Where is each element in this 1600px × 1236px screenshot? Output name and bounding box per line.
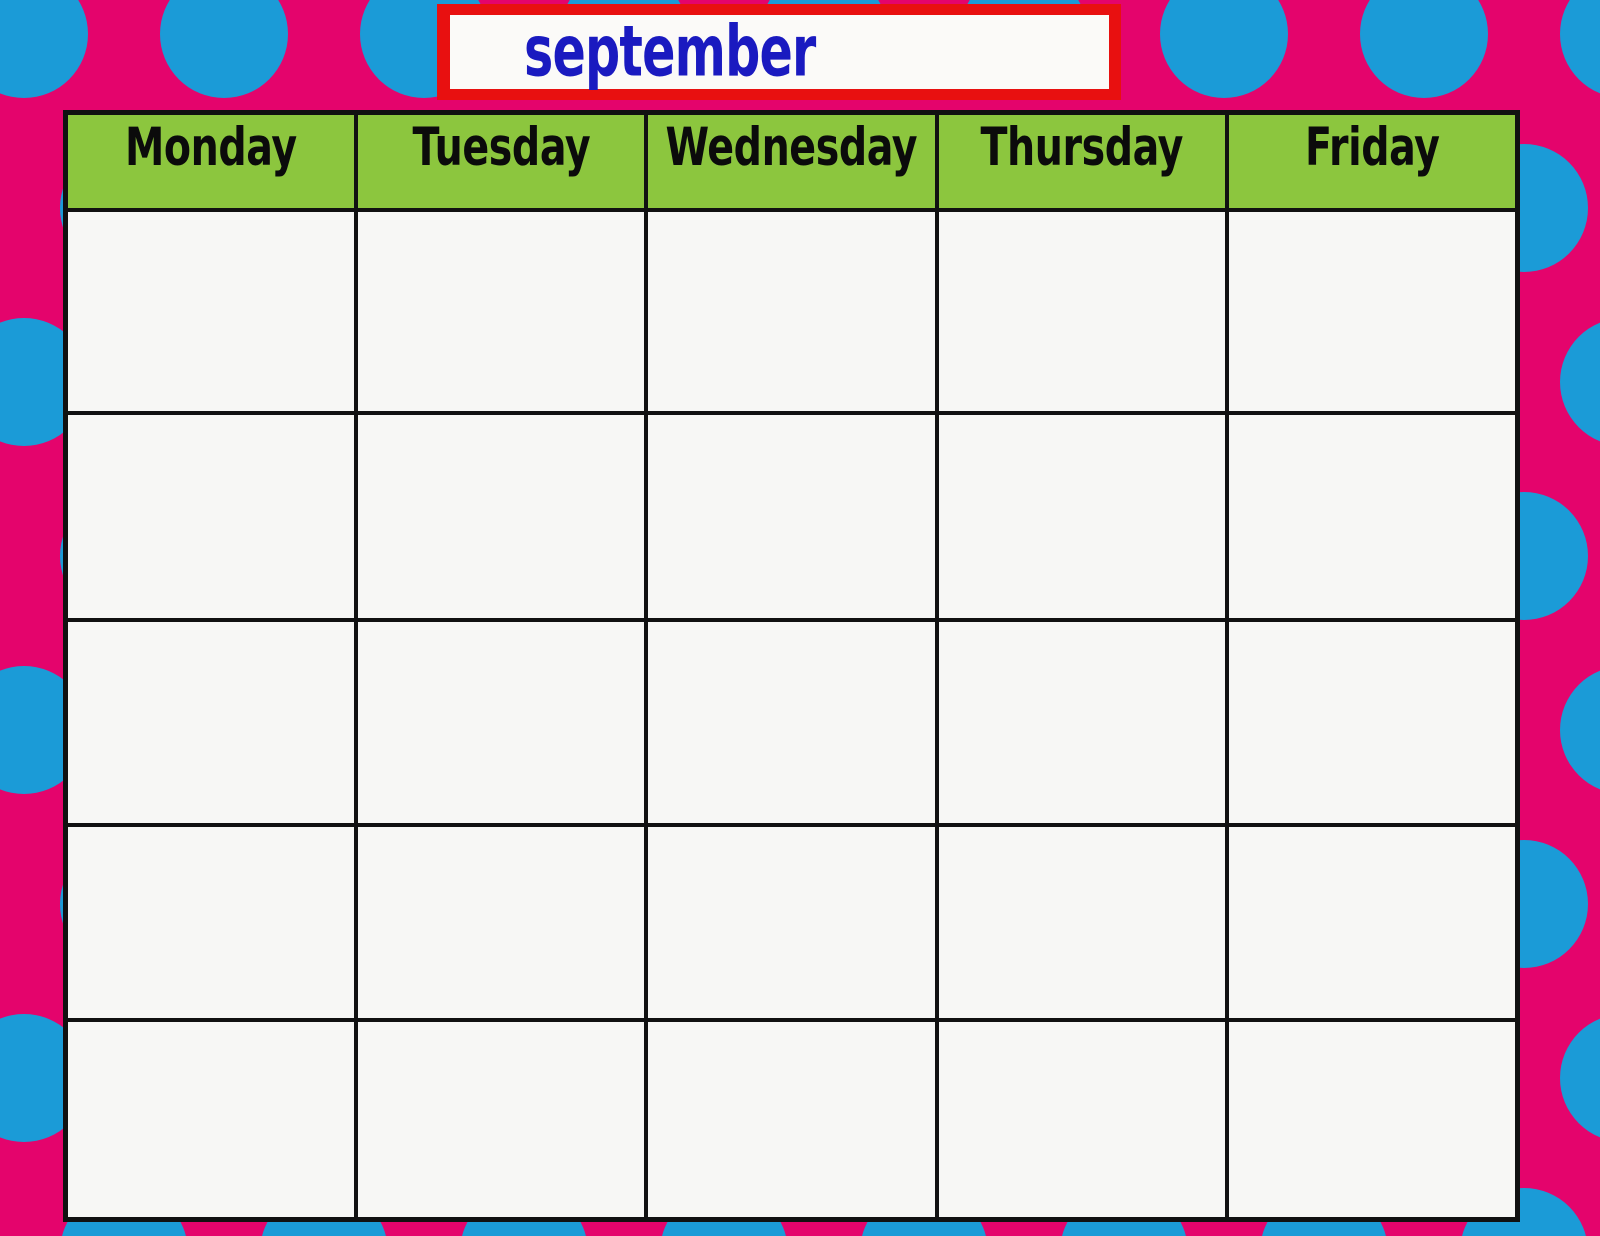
weekday-header-cell-thursday: Thursday xyxy=(938,115,1229,208)
week-row xyxy=(68,827,1516,1022)
week-row xyxy=(68,622,1516,827)
background-dot xyxy=(0,0,88,98)
day-cell[interactable] xyxy=(648,212,939,411)
day-cell[interactable] xyxy=(648,622,939,823)
calendar-poster: september Monday Tuesday Wednesday Thurs… xyxy=(0,0,1600,1236)
day-cell[interactable] xyxy=(1228,827,1516,1018)
weekday-header-cell-wednesday: Wednesday xyxy=(648,115,939,208)
background-dot xyxy=(160,0,288,98)
background-dot xyxy=(1160,0,1288,98)
day-cell[interactable] xyxy=(68,212,359,411)
background-dot xyxy=(1560,0,1600,98)
weekday-label-thursday: Thursday xyxy=(980,115,1183,178)
day-cell[interactable] xyxy=(938,622,1229,823)
day-cell[interactable] xyxy=(68,622,359,823)
background-dot xyxy=(1560,318,1600,446)
day-cell[interactable] xyxy=(358,622,649,823)
week-row xyxy=(68,212,1516,415)
day-cell[interactable] xyxy=(648,1022,939,1217)
day-cell[interactable] xyxy=(358,827,649,1018)
weekday-label-monday: Monday xyxy=(125,115,297,178)
weekday-header-cell-monday: Monday xyxy=(68,115,359,208)
weekday-header-cell-tuesday: Tuesday xyxy=(358,115,649,208)
day-cell[interactable] xyxy=(1228,622,1516,823)
day-cell[interactable] xyxy=(1228,212,1516,411)
month-title-box: september xyxy=(437,4,1121,100)
day-cell[interactable] xyxy=(68,1022,359,1217)
day-cell[interactable] xyxy=(938,415,1229,618)
background-dot xyxy=(1360,0,1488,98)
calendar-grid: Monday Tuesday Wednesday Thursday Friday xyxy=(63,110,1520,1222)
background-dot xyxy=(1560,666,1600,794)
week-row xyxy=(68,1022,1516,1217)
month-title-text[interactable]: september xyxy=(524,17,816,88)
day-cell[interactable] xyxy=(68,415,359,618)
weekday-label-tuesday: Tuesday xyxy=(412,115,591,178)
day-cell[interactable] xyxy=(68,827,359,1018)
month-title-inner: september xyxy=(450,15,1109,89)
weekday-label-friday: Friday xyxy=(1304,115,1440,178)
day-cell[interactable] xyxy=(358,1022,649,1217)
day-cell[interactable] xyxy=(938,1022,1229,1217)
weekday-header-row: Monday Tuesday Wednesday Thursday Friday xyxy=(68,115,1516,212)
day-cell[interactable] xyxy=(938,212,1229,411)
week-row xyxy=(68,415,1516,622)
weekday-label-wednesday: Wednesday xyxy=(665,115,918,178)
weekday-header-cell-friday: Friday xyxy=(1228,115,1516,208)
day-cell[interactable] xyxy=(938,827,1229,1018)
day-cell[interactable] xyxy=(648,827,939,1018)
day-cell[interactable] xyxy=(1228,1022,1516,1217)
background-dot xyxy=(1560,1014,1600,1142)
day-cell[interactable] xyxy=(648,415,939,618)
day-cell[interactable] xyxy=(1228,415,1516,618)
day-cell[interactable] xyxy=(358,212,649,411)
calendar-body xyxy=(68,212,1516,1217)
day-cell[interactable] xyxy=(358,415,649,618)
